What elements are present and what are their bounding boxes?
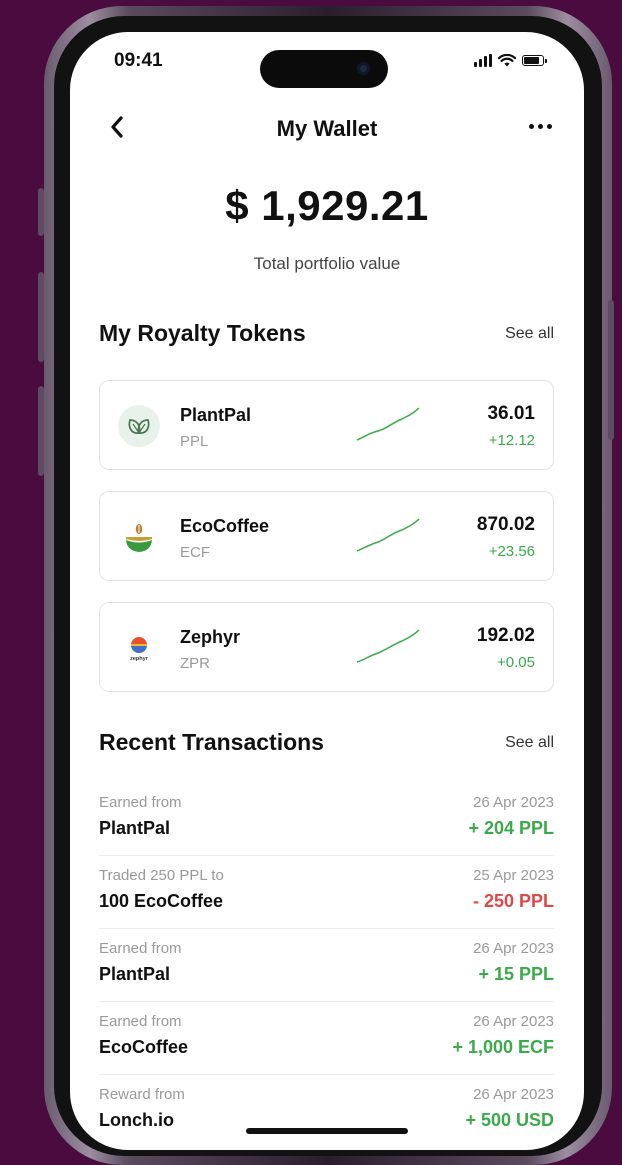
transaction-party: Lonch.io [99,1110,174,1130]
transaction-row[interactable]: Earned from PlantPal 26 Apr 2023 + 204 P… [99,794,554,854]
token-card-plantpal[interactable]: PlantPal PPL 36.01 +12.12 [99,380,554,470]
transaction-label: Earned from [99,1013,182,1030]
token-value: 36.01 [487,403,535,424]
transaction-label: Earned from [99,794,182,811]
transaction-row[interactable]: Traded 250 PPL to 100 EcoCoffee 25 Apr 2… [99,867,554,927]
token-value: 870.02 [476,514,535,535]
transaction-date: 26 Apr 2023 [473,794,554,811]
sparkline-chart [356,407,420,441]
plant-leaves-icon [118,405,160,447]
tokens-section-title: My Royalty Tokens [99,320,306,346]
tokens-section-header: My Royalty Tokens See all [99,320,554,347]
sparkline-chart [356,629,420,663]
transaction-row[interactable]: Earned from EcoCoffee 26 Apr 2023 + 1,00… [99,1013,554,1073]
more-options-icon[interactable] [529,124,552,129]
tokens-see-all-link[interactable]: See all [505,325,554,343]
transaction-amount: + 500 USD [465,1110,554,1130]
volume-down-button [38,386,44,476]
token-change: +23.56 [488,543,535,560]
transaction-row[interactable]: Earned from PlantPal 26 Apr 2023 + 15 PP… [99,940,554,1000]
token-symbol: ZPR [180,655,210,672]
nav-bar: My Wallet [70,114,584,146]
token-name: PlantPal [180,405,252,425]
divider [99,1001,554,1002]
zephyr-logo-text: zephyr [130,656,149,662]
transaction-date: 25 Apr 2023 [473,867,554,884]
app-screen: 09:41 My Wallet $ 1,929.21 Total portfol… [70,32,584,1150]
coffee-bowl-icon [118,516,160,558]
zephyr-sun-icon: zephyr [118,627,160,669]
transaction-amount: + 204 PPL [468,818,554,838]
token-change: +12.12 [488,432,535,449]
transactions-section-title: Recent Transactions [99,729,324,755]
transaction-party: PlantPal [99,818,171,838]
silent-switch [38,188,44,236]
transaction-row[interactable]: Reward from Lonch.io 26 Apr 2023 + 500 U… [99,1086,554,1146]
transaction-party: PlantPal [99,964,171,984]
volume-up-button [38,272,44,362]
divider [99,1074,554,1075]
transaction-date: 26 Apr 2023 [473,1086,554,1103]
transaction-amount: - 250 PPL [472,891,554,911]
divider [99,928,554,929]
transaction-amount: + 15 PPL [478,964,554,984]
portfolio-value: $ 1,929.21 [225,182,429,229]
token-symbol: ECF [180,544,210,561]
token-value: 192.02 [476,625,535,646]
transaction-amount: + 1,000 ECF [452,1037,554,1057]
transactions-see-all-link[interactable]: See all [505,734,554,752]
token-change: +0.05 [497,654,535,671]
divider [99,855,554,856]
token-symbol: PPL [180,433,209,450]
transaction-label: Traded 250 PPL to [99,867,224,884]
wifi-icon [498,54,516,67]
page-title: My Wallet [276,116,378,141]
portfolio-caption: Total portfolio value [253,254,401,273]
transaction-label: Earned from [99,940,182,957]
sparkline-chart [356,518,420,552]
transaction-party: 100 EcoCoffee [99,891,224,911]
battery-icon [522,55,547,66]
transaction-date: 26 Apr 2023 [473,1013,554,1030]
token-name: EcoCoffee [180,516,270,536]
power-button [608,300,614,440]
token-name: Zephyr [180,627,241,647]
status-icons [474,54,547,67]
transaction-label: Reward from [99,1086,185,1103]
signal-icon [474,54,492,67]
transaction-date: 26 Apr 2023 [473,940,554,957]
token-card-zephyr[interactable]: zephyr Zephyr ZPR 192.02 +0.05 [99,602,554,692]
dynamic-island [260,50,388,88]
camera-icon [357,62,370,75]
status-time: 09:41 [114,50,163,71]
home-indicator[interactable] [246,1128,408,1134]
transaction-party: EcoCoffee [99,1037,189,1057]
transactions-section-header: Recent Transactions See all [99,729,554,756]
token-card-ecocoffee[interactable]: EcoCoffee ECF 870.02 +23.56 [99,491,554,581]
